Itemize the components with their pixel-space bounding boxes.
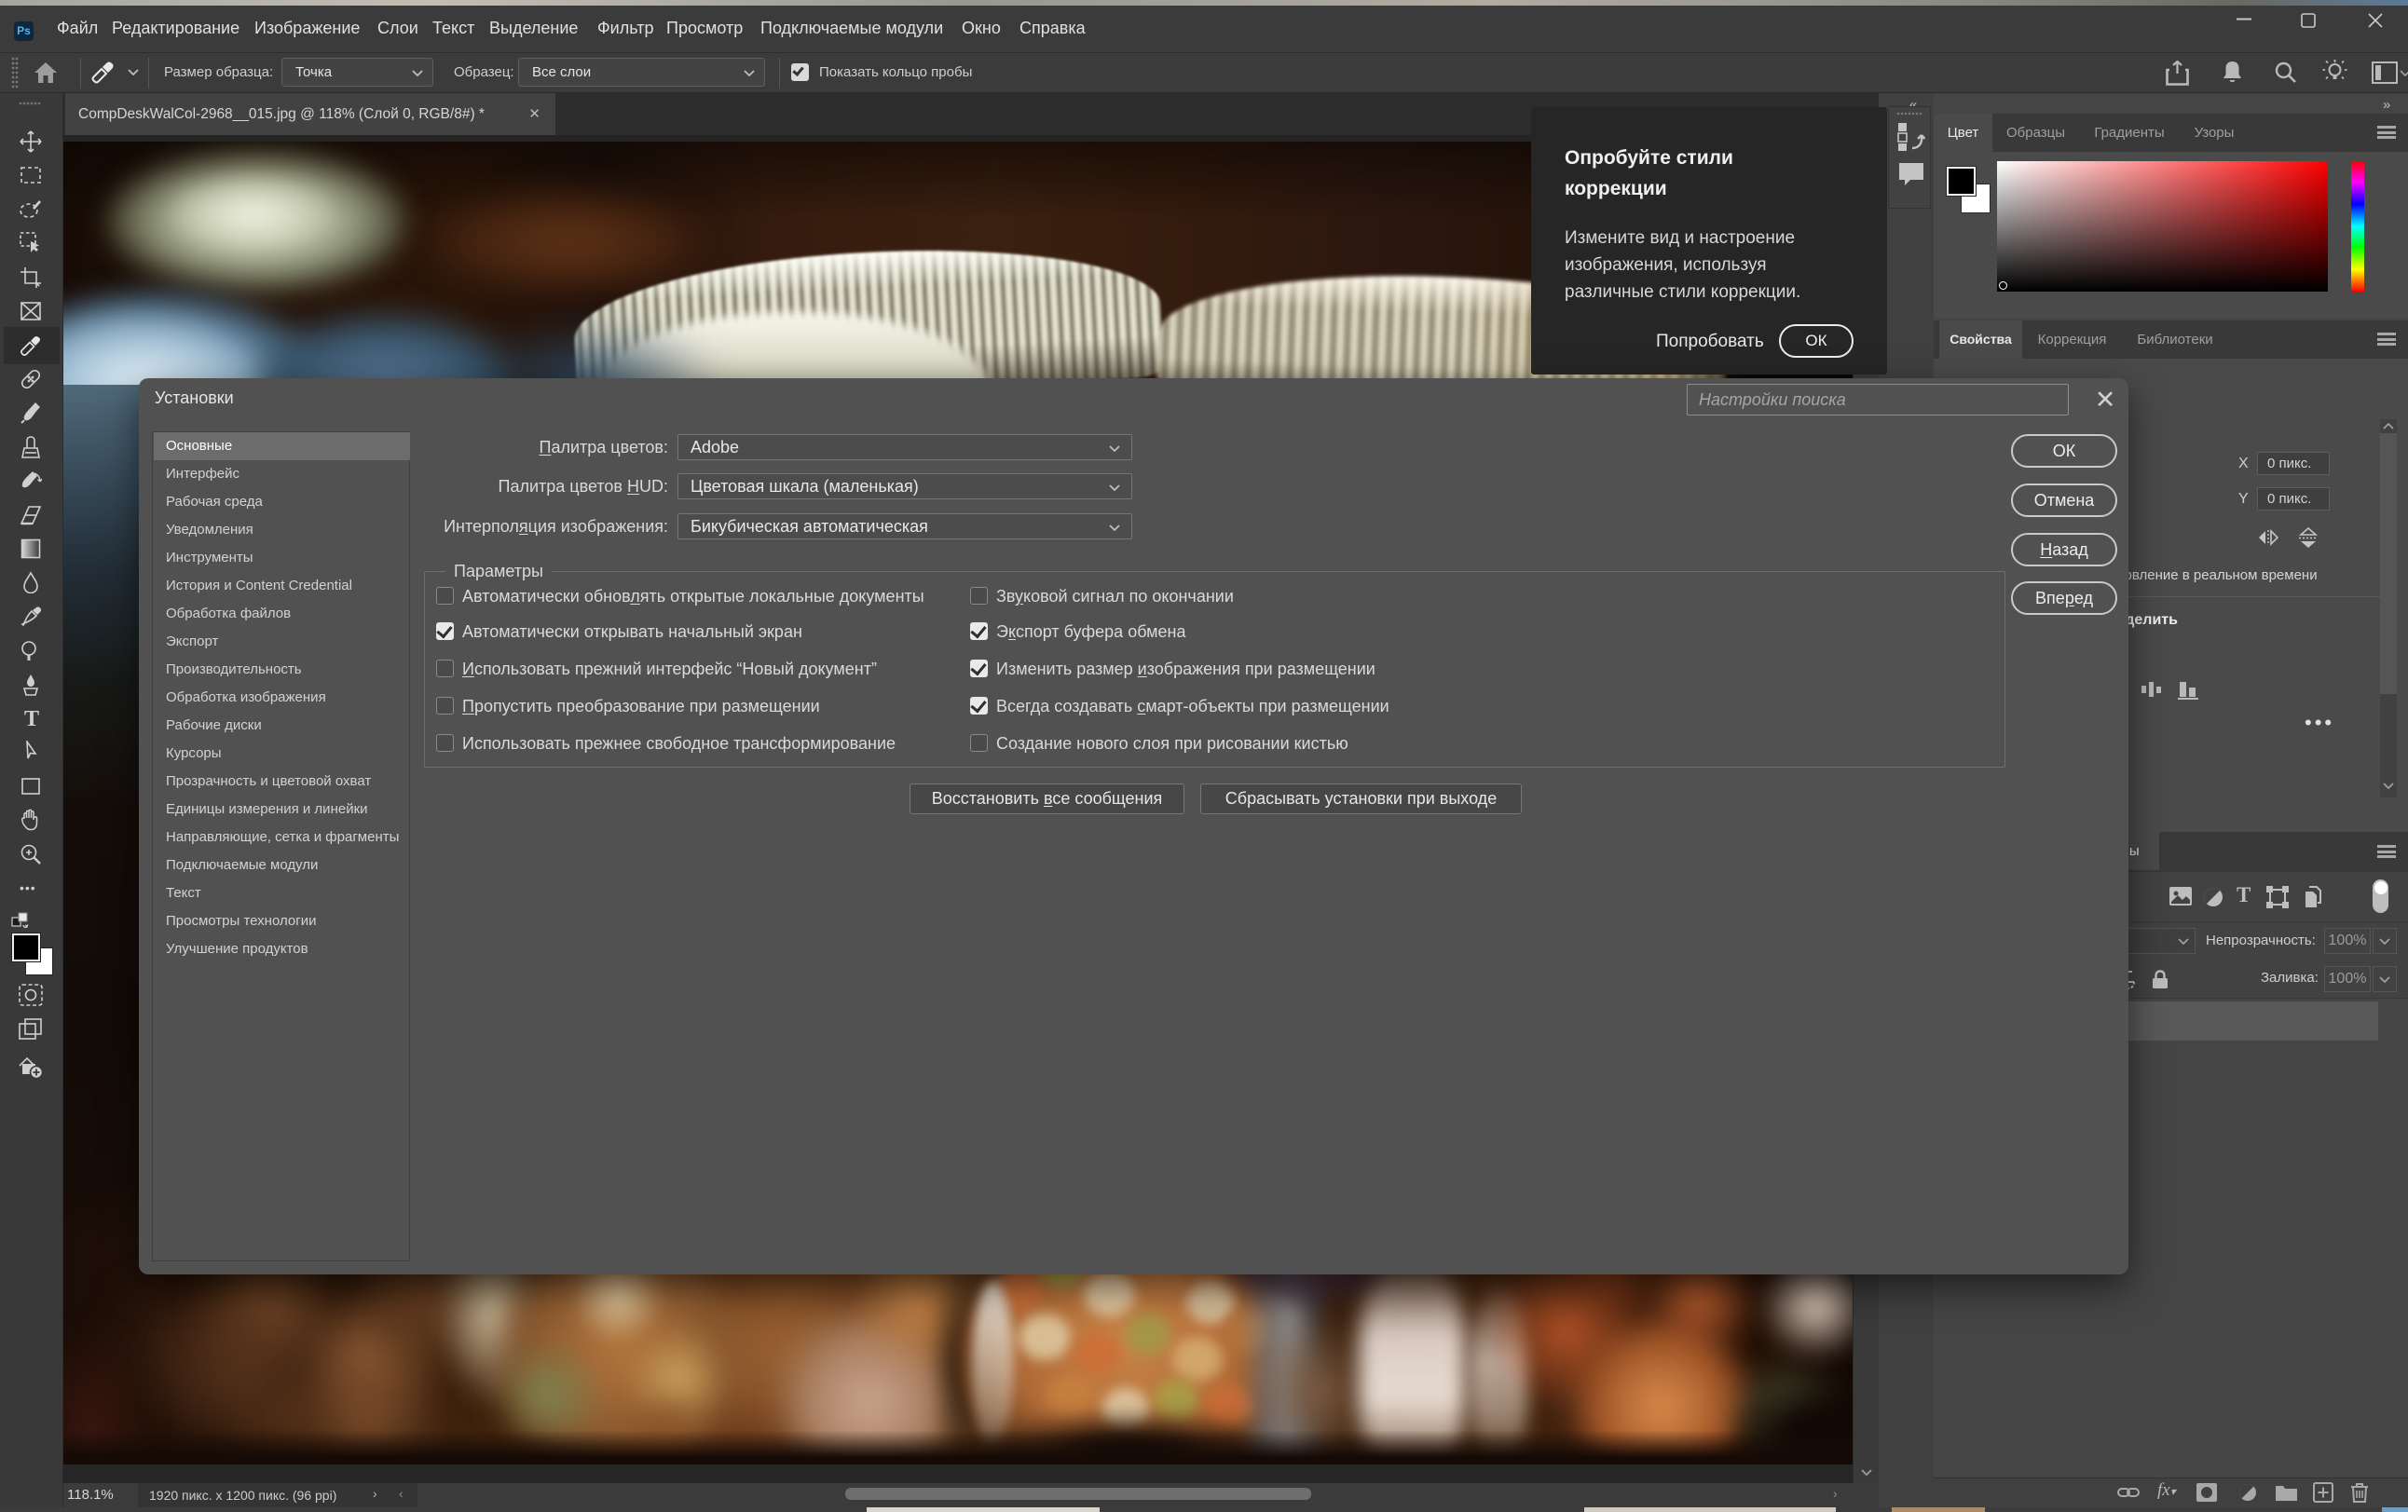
svg-text:T: T [24,707,39,730]
